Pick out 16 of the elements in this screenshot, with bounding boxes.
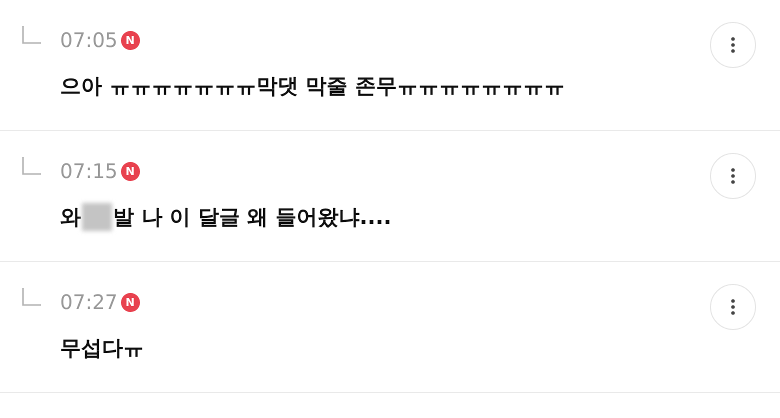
comment-time: 07:15 — [60, 159, 118, 183]
comment-text: 발 나 이 달글 왜 들어왔냐.... — [113, 204, 392, 231]
comment-time: 07:27 — [60, 290, 118, 314]
more-options-button[interactable] — [710, 153, 756, 199]
more-options-button[interactable] — [710, 22, 756, 68]
new-badge: N — [120, 30, 140, 50]
more-icon — [730, 298, 736, 316]
new-badge: N — [120, 292, 140, 312]
more-icon — [730, 167, 736, 185]
comment-text: 으아 ㅠㅠㅠㅠㅠㅠㅠ막댓 막줄 존무ㅠㅠㅠㅠㅠㅠㅠㅠ — [60, 73, 565, 100]
comment-text: 와 — [60, 204, 81, 231]
more-options-button[interactable] — [710, 284, 756, 330]
more-icon — [730, 36, 736, 54]
comment-text: 무섭다ㅠ — [60, 335, 144, 362]
comment-time: 07:05 — [60, 28, 118, 52]
new-badge: N — [120, 162, 140, 180]
